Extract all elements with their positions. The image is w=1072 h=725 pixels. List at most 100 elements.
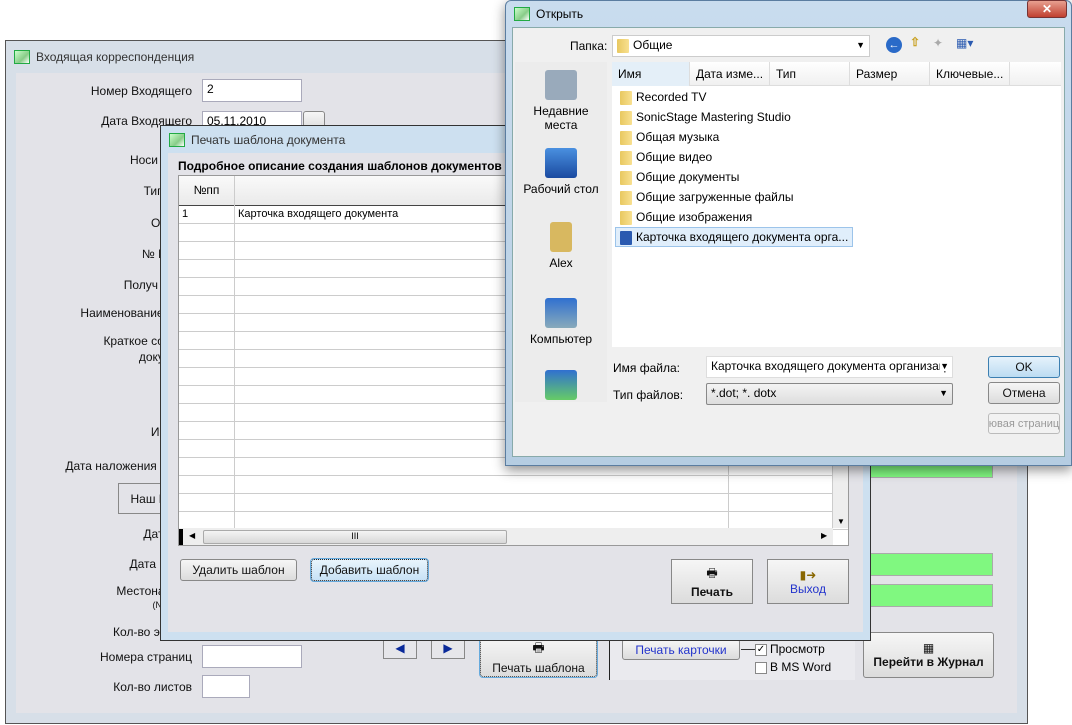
file-item[interactable]: SonicStage Mastering Studio — [620, 107, 791, 127]
cell-number — [179, 476, 235, 494]
add-template-button[interactable]: Добавить шаблон — [310, 558, 429, 582]
file-item[interactable]: Карточка входящего документа орга... — [615, 227, 854, 247]
sheet-count-input[interactable] — [202, 675, 250, 698]
cell-number — [179, 242, 235, 260]
column-header-number[interactable]: №пп — [179, 176, 235, 206]
folder-icon — [617, 38, 629, 53]
help-button: ювая страниц — [988, 413, 1060, 434]
place-user[interactable]: Alex — [515, 222, 607, 270]
file-list-header: Имя Дата изме... Тип Размер Ключевые... — [612, 62, 1061, 86]
exit-door-icon: ▮➜ — [799, 567, 817, 582]
checkbox-checked[interactable]: ✓ — [755, 643, 767, 656]
print-card-button[interactable]: Печать карточки — [622, 639, 740, 660]
cell — [729, 494, 833, 512]
file-item[interactable]: Общие загруженные файлы — [620, 187, 793, 207]
cell-number — [179, 458, 235, 476]
column-date[interactable]: Дата изме... — [690, 62, 770, 86]
cell-number — [179, 278, 235, 296]
file-item[interactable]: Общие документы — [620, 167, 739, 187]
checkbox[interactable] — [755, 661, 767, 674]
app-icon — [14, 50, 30, 64]
cell-number — [179, 404, 235, 422]
cell-number: 1 — [179, 206, 235, 224]
folder-icon — [620, 130, 632, 145]
cell-number — [179, 296, 235, 314]
page-numbers-input[interactable] — [202, 645, 302, 668]
places-bar: Недавние места Рабочий стол Alex Компьют… — [515, 62, 607, 402]
close-icon: ✕ — [1041, 2, 1053, 16]
folder-icon — [620, 150, 632, 165]
column-keywords[interactable]: Ключевые... — [930, 62, 1010, 86]
folder-icon — [620, 170, 632, 185]
cell-number — [179, 440, 235, 458]
ms-word-checkbox[interactable]: В MS Word — [755, 660, 831, 674]
up-folder-icon[interactable]: ⇧ — [910, 35, 920, 49]
new-folder-icon[interactable]: ✦ — [933, 36, 943, 50]
cell-number — [179, 422, 235, 440]
file-item[interactable]: Общая музыка — [620, 127, 719, 147]
filetype-label: Тип файлов: — [613, 388, 684, 402]
back-icon[interactable]: ← — [886, 37, 902, 53]
file-item[interactable]: Общие изображения — [620, 207, 752, 227]
place-desktop[interactable]: Рабочий стол — [515, 148, 607, 196]
folder-icon — [620, 110, 632, 125]
template-dialog-title: Печать шаблона документа — [191, 132, 346, 147]
file-list: Имя Дата изме... Тип Размер Ключевые... … — [612, 62, 1061, 347]
file-name: Общие документы — [636, 170, 740, 184]
filetype-select[interactable]: *.dot; *. dotx ▼ — [706, 383, 953, 405]
column-size[interactable]: Размер — [850, 62, 930, 86]
file-item[interactable]: Общие видео — [620, 147, 712, 167]
preview-checkbox[interactable]: ✓ Просмотр — [755, 642, 825, 656]
chevron-down-icon: ▼ — [939, 388, 948, 398]
table-row[interactable] — [179, 476, 848, 494]
main-title: Входящая корреспонденция — [36, 50, 195, 64]
filename-label: Имя файла: — [613, 361, 680, 375]
word-document-icon — [620, 230, 632, 245]
chevron-down-icon: ▼ — [940, 361, 949, 371]
connector-line — [741, 649, 755, 650]
user-folder-icon — [550, 222, 572, 252]
table-row[interactable] — [179, 494, 848, 512]
status-field — [870, 553, 993, 576]
column-name[interactable]: Имя — [612, 62, 690, 86]
filename-input[interactable]: Карточка входящего документа организац ▼ — [706, 356, 953, 378]
place-network[interactable] — [515, 370, 607, 404]
desktop-icon — [545, 148, 577, 178]
open-title-bar: Открыть — [506, 1, 1071, 27]
file-name: Recorded TV — [636, 90, 707, 104]
folder-select[interactable]: Общие ▼ — [612, 35, 870, 57]
incoming-number-input[interactable]: 2 — [202, 79, 302, 102]
cell-number — [179, 368, 235, 386]
cell-number — [179, 314, 235, 332]
delete-template-button[interactable]: Удалить шаблон — [180, 559, 297, 581]
horizontal-scrollbar[interactable]: ◀ III ▶ — [179, 528, 833, 545]
cell-description — [235, 476, 729, 494]
table-icon: ▦ — [922, 641, 935, 655]
label-incoming-number: Номер Входящего — [90, 84, 192, 98]
label-page-numbers: Номера страниц — [100, 650, 192, 664]
cell-number — [179, 224, 235, 242]
file-item[interactable]: Recorded TV — [620, 87, 706, 107]
folder-icon — [620, 190, 632, 205]
print-template-button[interactable]: 🖶 Печать шаблона — [479, 635, 598, 678]
folder-icon — [620, 210, 632, 225]
cell-number — [179, 494, 235, 512]
column-type[interactable]: Тип — [770, 62, 850, 86]
view-menu-icon[interactable]: ▦▾ — [956, 36, 973, 50]
computer-icon — [545, 298, 577, 328]
print-button[interactable]: 🖶 Печать — [671, 559, 753, 604]
go-to-journal-button[interactable]: ▦ Перейти в Журнал — [863, 632, 994, 678]
ok-button[interactable]: OK — [988, 356, 1060, 378]
place-recent[interactable]: Недавние места — [515, 70, 607, 132]
close-button[interactable]: ✕ — [1027, 0, 1067, 18]
template-heading: Подробное описание создания шаблонов док… — [178, 159, 506, 173]
folder-icon — [620, 90, 632, 105]
cancel-button[interactable]: Отмена — [988, 382, 1060, 404]
printer-icon: 🖶 — [706, 566, 718, 580]
place-computer[interactable]: Компьютер — [515, 298, 607, 346]
app-icon — [169, 132, 185, 147]
file-name: SonicStage Mastering Studio — [636, 110, 791, 124]
chevron-down-icon: ▼ — [856, 40, 865, 50]
exit-button[interactable]: ▮➜ Выход — [767, 559, 849, 604]
scroll-thumb[interactable]: III — [203, 530, 507, 544]
